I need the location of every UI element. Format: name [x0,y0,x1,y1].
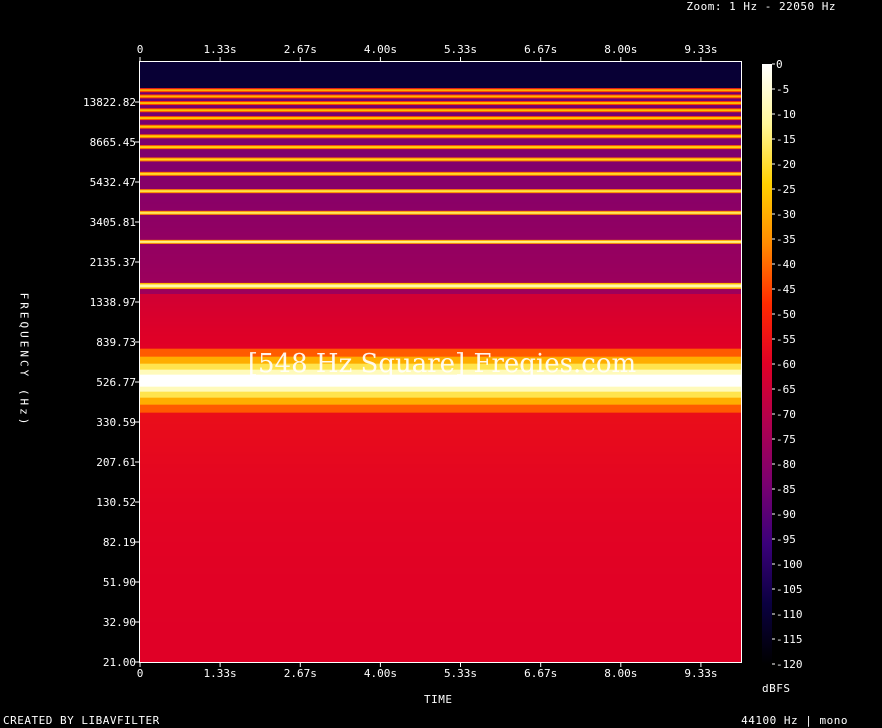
colorbar-label: -20 [776,158,796,171]
y-tick-label: 8665.45 [90,136,136,149]
x-tick-label-bottom: 5.33s [444,667,477,680]
colorbar-label: -70 [776,408,796,421]
harmonic-line [140,240,741,243]
colorbar-label: 0 [776,58,783,71]
spectrogram-chart: 0 1.33s 2.67s 4.00s 5.33s 6.67s 8.00s 9.33s 0 1.… [83,43,803,680]
harmonic-line [140,190,741,193]
y-tick-label: 21.00 [103,656,136,669]
harmonic-line [140,158,741,161]
colorbar-label: -105 [776,583,803,596]
x-tick-label-top: 2.67s [284,43,317,56]
harmonic-line [140,284,741,288]
colorbar-label: -50 [776,308,796,321]
y-tick-label: 3405.81 [90,216,136,229]
colorbar: 0 -5 -10 -15 -20 -25 -30 -35 -40 -45 -50 -55 -60 -65 -… [762,58,803,671]
x-tick-label-top: 4.00s [364,43,397,56]
colorbar-label: -5 [776,83,789,96]
x-tick-label-bottom: 6.67s [524,667,557,680]
chart-title-watermark: [548 Hz Square] Freqies.com [248,349,636,379]
colorbar-label: -115 [776,633,803,646]
colorbar-label: -80 [776,458,796,471]
y-tick-label: 526.77 [96,376,136,389]
y-tick-label: 1338.97 [90,296,136,309]
harmonic-line [140,135,741,138]
colorbar-label: -30 [776,208,796,221]
harmonic-line [140,89,741,92]
colorbar-label: -25 [776,183,796,196]
y-tick-label: 330.59 [96,416,136,429]
x-ticks-top: 0 1.33s 2.67s 4.00s 5.33s 6.67s 8.00s 9.33s [137,43,717,62]
x-tick-label-top: 5.33s [444,43,477,56]
y-tick-label: 82.19 [103,536,136,549]
x-tick-label-bottom: 0 [137,667,144,680]
colorbar-label: -85 [776,483,796,496]
harmonic-line [140,102,741,105]
colorbar-label: -65 [776,383,796,396]
y-tick-label: 2135.37 [90,256,136,269]
x-tick-label-top: 1.33s [204,43,237,56]
colorbar-label: -100 [776,558,803,571]
x-tick-label-top: 9.33s [684,43,717,56]
colorbar-label: -110 [776,608,803,621]
harmonic-line [140,172,741,175]
x-tick-label-top: 0 [137,43,144,56]
colorbar-label: -35 [776,233,796,246]
colorbar-label: -120 [776,658,803,671]
x-tick-label-top: 8.00s [604,43,637,56]
y-tick-label: 32.90 [103,616,136,629]
y-tick-label: 13822.82 [83,96,136,109]
y-tick-label: 130.52 [96,496,136,509]
colorbar-label: -10 [776,108,796,121]
y-tick-label: 5432.47 [90,176,136,189]
x-tick-label-bottom: 8.00s [604,667,637,680]
y-tick-label: 207.61 [96,456,136,469]
colorbar-label: -60 [776,358,796,371]
harmonic-line [140,109,741,112]
colorbar-label: -40 [776,258,796,271]
harmonic-line [140,95,741,98]
colorbar-label: -45 [776,283,796,296]
x-tick-label-bottom: 2.67s [284,667,317,680]
x-ticks-bottom: 0 1.33s 2.67s 4.00s 5.33s 6.67s 8.00s 9.33s [137,662,717,680]
colorbar-gradient [762,64,772,664]
x-tick-label-bottom: 9.33s [684,667,717,680]
harmonic-line [140,211,741,214]
x-tick-label-bottom: 4.00s [364,667,397,680]
x-tick-label-top: 6.67s [524,43,557,56]
colorbar-label: -55 [776,333,796,346]
colorbar-label: -90 [776,508,796,521]
colorbar-label: -75 [776,433,796,446]
y-tick-label: 51.90 [103,576,136,589]
y-tick-label: 839.73 [96,336,136,349]
harmonic-line [140,117,741,120]
colorbar-label: -95 [776,533,796,546]
harmonic-line [140,146,741,149]
y-ticks: 21.00 32.90 51.90 82.19 130.52 207.61 330.59 52… [83,96,140,669]
x-tick-label-bottom: 1.33s [204,667,237,680]
colorbar-label: -15 [776,133,796,146]
harmonic-line [140,125,741,128]
